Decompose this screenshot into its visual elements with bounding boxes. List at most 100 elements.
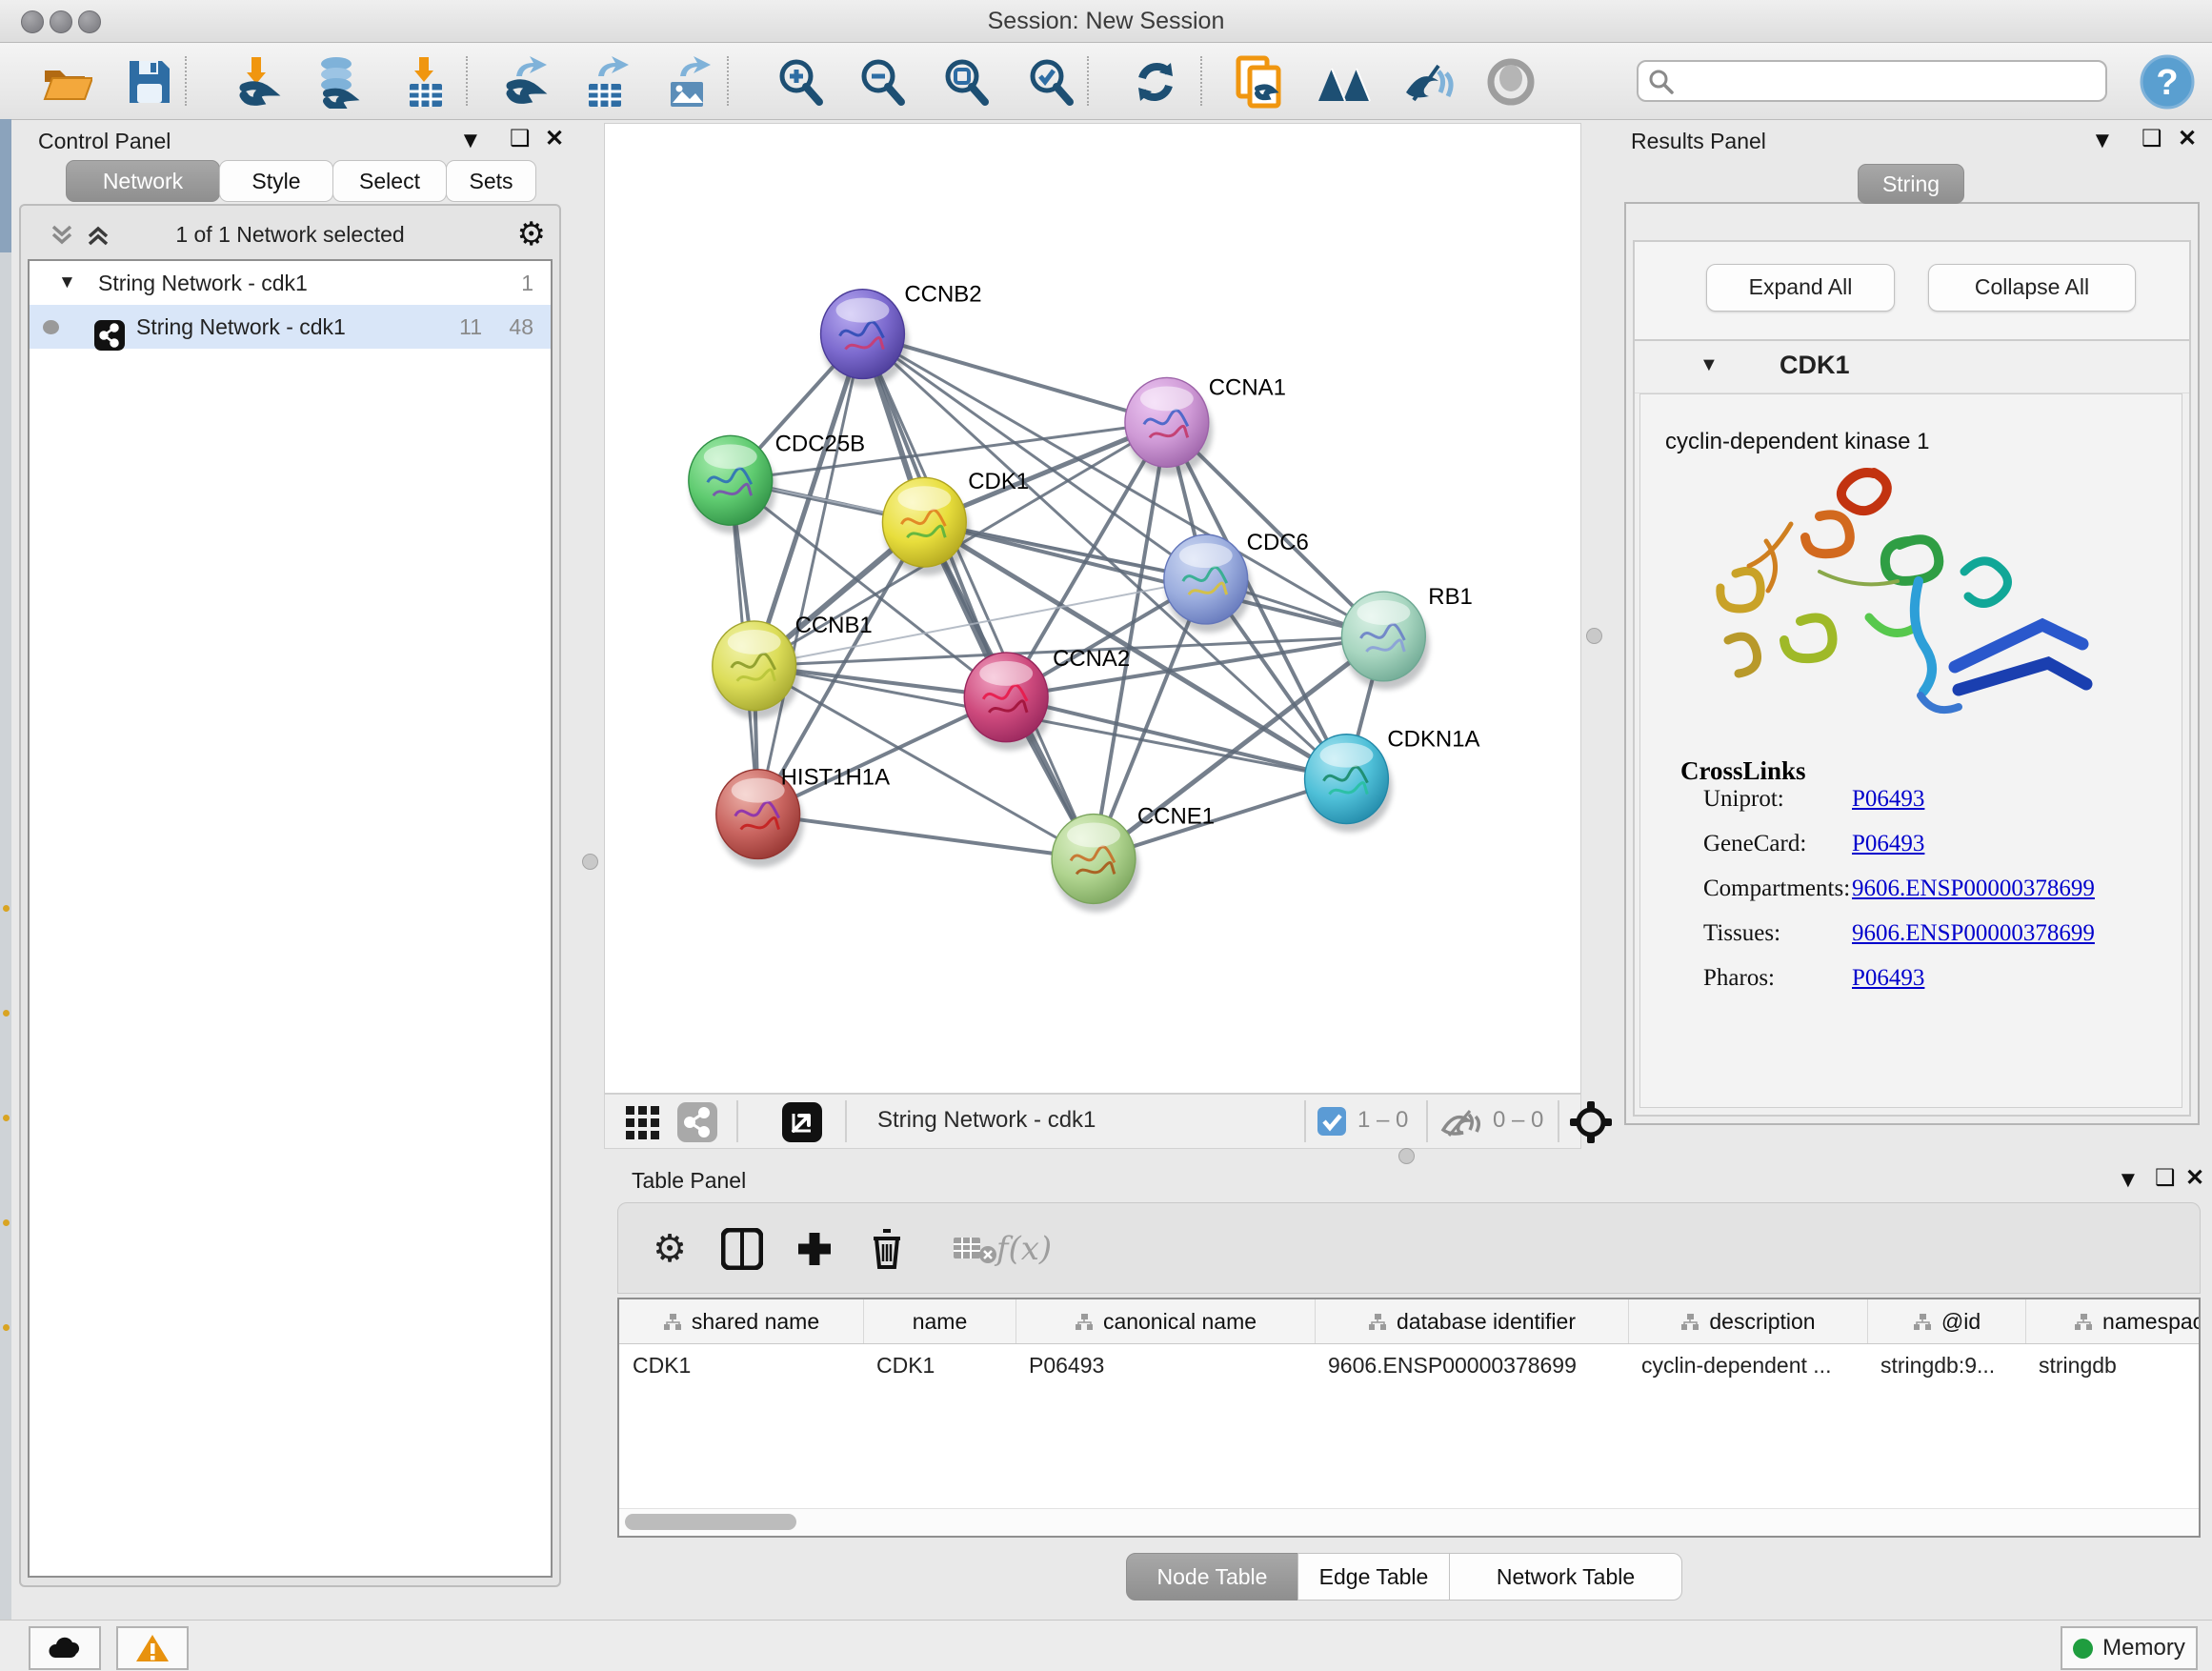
function-builder-icon[interactable]: f(x) [999,1224,1049,1274]
import-network-database-icon[interactable] [311,54,366,110]
section-collapse-arrow-icon[interactable]: ▼ [1699,354,1719,376]
delete-table-icon[interactable] [950,1224,999,1274]
tab-style[interactable]: Style [219,160,333,202]
crosslink-uniprot-link[interactable]: P06493 [1852,786,1924,813]
tree-collapse-arrow-icon[interactable]: ▼ [58,261,76,305]
toolbar-divider [1304,1100,1306,1142]
network-node-CCNB1[interactable]: CCNB1 [713,613,873,719]
export-network-icon[interactable] [497,54,553,110]
tab-network-table[interactable]: Network Table [1449,1553,1682,1601]
search-box [1637,60,2107,102]
collection-name: String Network - cdk1 [98,261,308,305]
panel-close-icon[interactable]: ✕ [2178,125,2197,153]
horizontal-scrollbar[interactable] [619,1508,2199,1536]
close-traffic-light[interactable] [21,10,44,33]
zoom-traffic-light[interactable] [78,10,101,33]
import-table-icon[interactable] [398,54,453,110]
cell-database-identifier[interactable]: 9606.ENSP00000378699 [1315,1344,1628,1386]
panel-float-icon[interactable]: ❑ [2155,1164,2176,1193]
warnings-button[interactable] [116,1626,189,1670]
hide-selected-eye-icon[interactable] [1400,54,1456,110]
network-node-CDK1[interactable]: CDK1 [882,469,1029,575]
network-node-RB1[interactable]: RB1 [1341,584,1472,690]
zoom-selected-icon[interactable] [1023,54,1078,110]
right-splitter-grip[interactable] [1586,628,1602,644]
export-image-icon[interactable] [661,54,716,110]
crosslink-pharos-link[interactable]: P06493 [1852,965,1924,992]
tab-sets[interactable]: Sets [446,160,536,202]
open-folder-icon[interactable] [40,54,95,110]
left-splitter-grip[interactable] [582,854,598,870]
delete-column-icon[interactable] [862,1224,912,1274]
column-header-namespace[interactable]: namespace [2025,1299,2201,1343]
panel-menu-arrow-icon[interactable]: ▼ [2117,1166,2140,1195]
column-header-description[interactable]: description [1628,1299,1867,1343]
column-header--id[interactable]: @id [1867,1299,2025,1343]
crosslink-genecard-link[interactable]: P06493 [1852,831,1924,857]
import-network-file-icon[interactable] [229,54,284,110]
tab-node-table[interactable]: Node Table [1126,1553,1298,1601]
open-in-window-icon[interactable] [782,1102,822,1142]
tab-string[interactable]: String [1858,164,1964,204]
gene-section: ▼ CDK1 cyclin-dependent kinase 1 [1633,339,2191,1117]
column-header-database-identifier[interactable]: database identifier [1315,1299,1628,1343]
panel-close-icon[interactable]: ✕ [545,125,564,153]
cell-name[interactable]: CDK1 [863,1344,1016,1386]
memory-button[interactable]: Memory [2061,1626,2198,1670]
duplicate-network-icon[interactable] [1232,54,1287,110]
show-columns-icon[interactable] [717,1224,767,1274]
selected-checkbox-icon[interactable] [1317,1107,1346,1136]
birdseye-toggle-icon[interactable] [624,1104,662,1140]
help-icon[interactable]: ? [2140,54,2195,110]
network-node-CDKN1A[interactable]: CDKN1A [1305,727,1480,833]
crosslink-compartments-link[interactable]: 9606.ENSP00000378699 [1852,876,2095,902]
refresh-icon[interactable] [1128,54,1183,110]
cell-description[interactable]: cyclin-dependent ... [1628,1344,1867,1386]
table-toolbar: ⚙ f(x) [617,1202,2201,1294]
zoom-in-icon[interactable] [773,54,828,110]
column-header-canonical-name[interactable]: canonical name [1016,1299,1315,1343]
scrollbar-thumb[interactable] [625,1514,796,1530]
column-header-name[interactable]: name [863,1299,1016,1343]
collapse-all-button[interactable]: Collapse All [1928,264,2136,312]
tab-select[interactable]: Select [332,160,447,202]
panel-float-icon[interactable]: ❑ [510,125,531,153]
cell-canonical-name[interactable]: P06493 [1016,1344,1315,1386]
search-input[interactable] [1637,60,2107,102]
expand-all-button[interactable]: Expand All [1706,264,1895,312]
network-node-CCNE1[interactable]: CCNE1 [1052,804,1215,913]
network-collection-row[interactable]: ▼ String Network - cdk1 1 [30,261,551,305]
gene-section-header[interactable]: ▼ CDK1 [1635,341,2189,393]
network-node-CCNA2[interactable]: CCNA2 [964,646,1130,751]
network-canvas[interactable]: CCNB2CCNA1CDC25BCDK1CDC6RB1CCNB1CCNA2CDK… [605,124,1580,1093]
minimize-traffic-light[interactable] [50,10,72,33]
cell-shared-name[interactable]: CDK1 [619,1344,863,1386]
graphics-toggle-icon[interactable] [677,1102,717,1142]
cell--id[interactable]: stringdb:9... [1867,1344,2025,1386]
node-table[interactable]: shared namenamecanonical namedatabase id… [617,1298,2201,1538]
cloud-button[interactable] [29,1626,101,1670]
column-header-shared-name[interactable]: shared name [619,1299,863,1343]
table-row[interactable]: CDK1CDK1P064939606.ENSP00000378699cyclin… [619,1344,2199,1386]
zoom-out-icon[interactable] [855,54,910,110]
fit-selection-crosshair-icon[interactable] [1569,1100,1613,1144]
panel-close-icon[interactable]: ✕ [2185,1164,2204,1193]
network-row[interactable]: String Network - cdk1 11 48 [30,305,551,349]
panel-menu-arrow-icon[interactable]: ▼ [2091,127,2114,155]
cytoscape-home-icon[interactable] [1317,54,1372,110]
add-column-icon[interactable] [790,1224,839,1274]
cell-namespace[interactable]: stringdb [2025,1344,2201,1386]
panel-float-icon[interactable]: ❑ [2142,125,2162,153]
crosslink-tissues-link[interactable]: 9606.ENSP00000378699 [1852,920,2095,947]
warning-icon [134,1633,171,1663]
network-node-HIST1H1A[interactable]: HIST1H1A [716,765,890,868]
tab-edge-table[interactable]: Edge Table [1297,1553,1450,1601]
show-all-eye-icon[interactable] [1483,54,1538,110]
tab-network[interactable]: Network [66,160,220,202]
gear-icon[interactable]: ⚙ [517,215,546,253]
table-settings-gear-icon[interactable]: ⚙ [645,1224,694,1274]
zoom-fit-icon[interactable] [938,54,994,110]
save-session-icon[interactable] [122,54,177,110]
panel-menu-arrow-icon[interactable]: ▼ [459,127,482,155]
export-table-icon[interactable] [579,54,634,110]
